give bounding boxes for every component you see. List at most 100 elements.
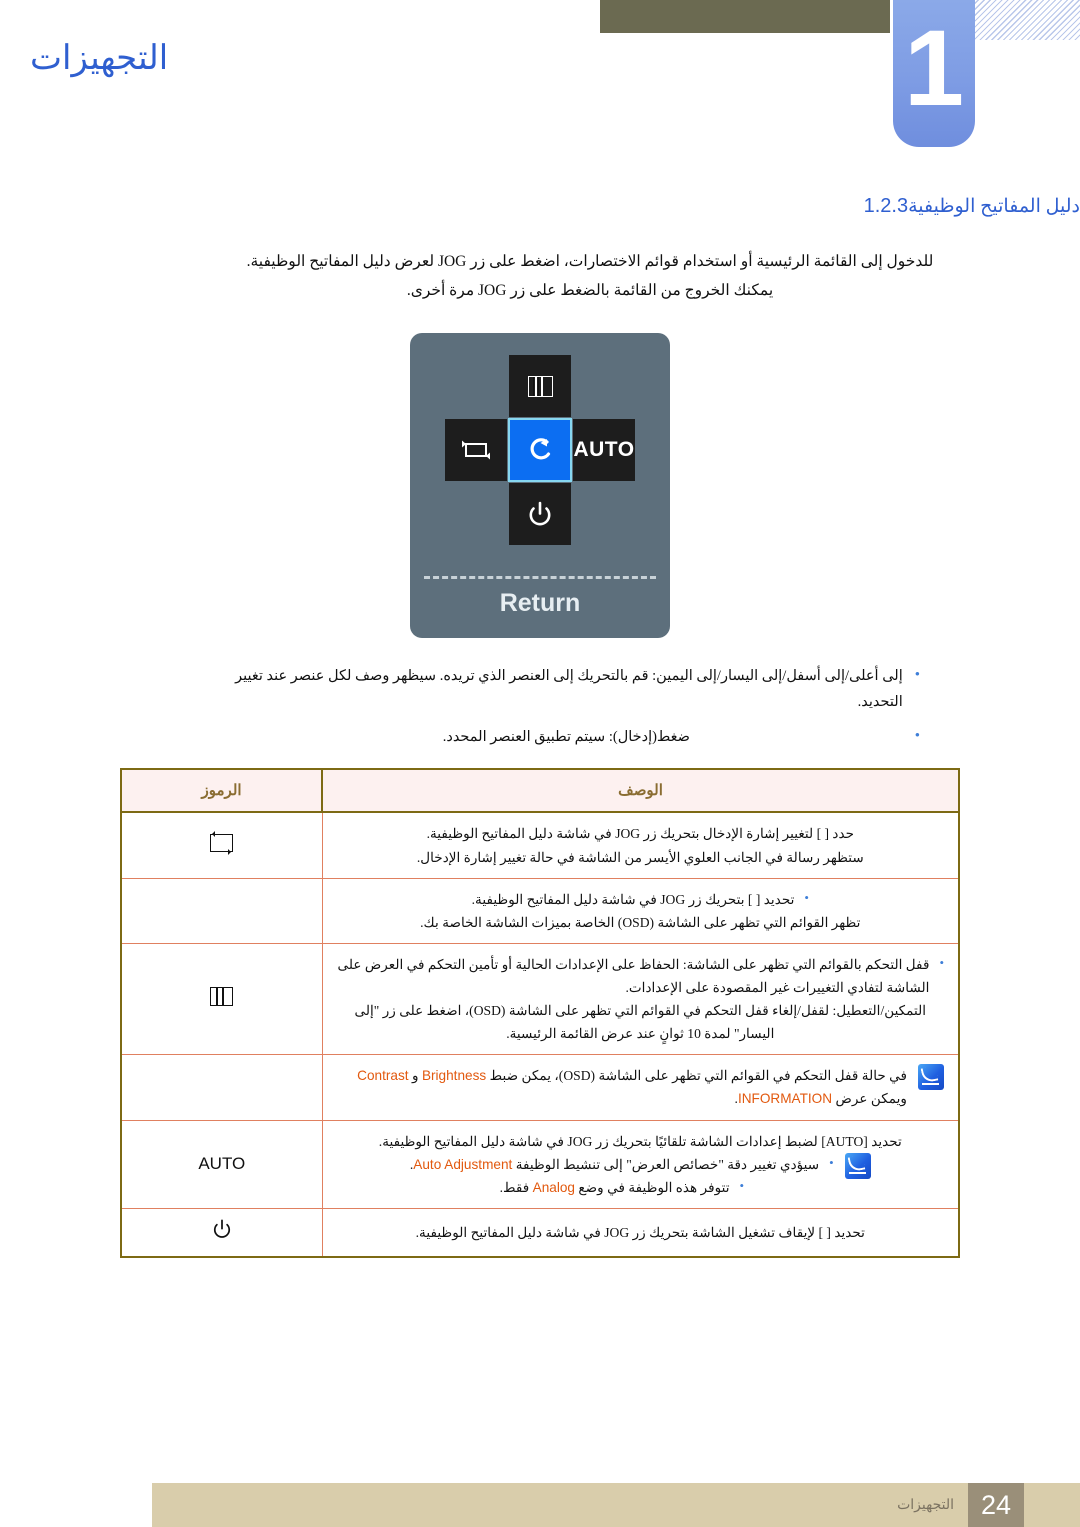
section-number: 1.2.3 <box>863 195 909 217</box>
row-line: قفل التحكم بالقوائم التي تظهر على الشاشة… <box>337 956 930 996</box>
note-bullet-text: تتوفر هذه الوظيفة في وضع Analog فقط. <box>500 1176 730 1199</box>
bullet-item: • ضغط(إدخال): سيتم تطبيق العنصر المحدد. <box>230 725 920 750</box>
jog-dashed-divider <box>424 576 656 580</box>
bullet-text: إلى أعلى/إلى أسفل/إلى اليسار/إلى اليمين:… <box>235 668 903 710</box>
table-row: • تحديد [ ] بتحريك زر JOG في شاشة دليل ا… <box>121 878 959 944</box>
page-footer: التجهيزات 24 <box>152 1483 1080 1527</box>
table-header-symbols: الرموز <box>121 769 323 814</box>
function-key-table-wrap: الوصف الرموز حدد [ ] لتغيير إشارة الإدخا… <box>120 768 960 1258</box>
row-symbol <box>121 878 323 944</box>
note-icon <box>918 1064 944 1091</box>
chapter-title: التجهيزات <box>30 40 169 77</box>
row-line: حدد [ ] لتغيير إشارة الإدخال بتحريك زر J… <box>426 826 855 842</box>
keyword-analog: Analog <box>532 1179 575 1195</box>
auto-label: AUTO <box>198 1153 246 1173</box>
note-body: في حالة قفل التحكم في القوائم التي تظهر … <box>337 1064 907 1110</box>
footer-page-number: 24 <box>968 1483 1024 1527</box>
row-line: تحديد [ ] بتحريك زر JOG في شاشة دليل الم… <box>471 891 795 907</box>
row-line: تحديد [ ] لإيقاف تشغيل الشاشة بتحريك زر … <box>415 1224 865 1240</box>
note-bullet-text: سيؤدي تغيير دقة "خصائص العرض" إلى تنشيط … <box>410 1153 819 1176</box>
jog-auto-label: AUTO <box>573 438 635 462</box>
jog-key-center-return[interactable] <box>508 418 572 483</box>
row-description: في حالة قفل التحكم في القوائم التي تظهر … <box>321 1054 959 1121</box>
row-bullet: • قفل التحكم بالقوائم التي تظهر على الشا… <box>337 953 944 999</box>
jog-key-down-power[interactable] <box>509 483 571 546</box>
row-line: تحديد [AUTO] لضبط إعدادات الشاشة تلقائيً… <box>378 1133 902 1149</box>
note-block: • سيؤدي تغيير دقة "خصائص العرض" إلى تنشي… <box>337 1152 944 1199</box>
row-line: التمكين/التعطيل: لقفل/إلغاء قفل التحكم ف… <box>354 1003 927 1042</box>
bullet-item: • إلى أعلى/إلى أسفل/إلى اليسار/إلى اليمي… <box>230 664 920 715</box>
jog-return-caption: Return <box>499 589 581 618</box>
table-row: تحديد [ ] لإيقاف تشغيل الشاشة بتحريك زر … <box>121 1208 959 1257</box>
row-symbol <box>121 1054 323 1121</box>
note-bullet-before: سيؤدي تغيير دقة "خصائص العرض" إلى تنشيط … <box>515 1156 820 1172</box>
power-icon <box>529 502 551 526</box>
row-symbol: AUTO <box>121 1120 323 1209</box>
header-hatch-pattern <box>975 0 1080 40</box>
note-body: • سيؤدي تغيير دقة "خصائص العرض" إلى تنشي… <box>410 1153 834 1199</box>
table-row: تحديد [AUTO] لضبط إعدادات الشاشة تلقائيً… <box>121 1120 959 1209</box>
row-symbol <box>121 1208 322 1257</box>
note-prefix: في حالة قفل التحكم في القوائم التي تظهر … <box>489 1068 907 1084</box>
header-olive-bar <box>600 0 890 33</box>
table-row: • قفل التحكم بالقوائم التي تظهر على الشا… <box>121 943 959 1056</box>
row-description: تحديد [ ] لإيقاف تشغيل الشاشة بتحريك زر … <box>321 1208 959 1257</box>
intro-line-2: يمكنك الخروج من القائمة بالضغط على زر JO… <box>406 281 774 299</box>
row-description: حدد [ ] لتغيير إشارة الإدخال بتحريك زر J… <box>321 812 959 879</box>
bullet-dot-icon: • <box>939 954 944 970</box>
page-header: التجهيزات 1 <box>0 0 1080 160</box>
chapter-title-wrap: التجهيزات <box>0 38 880 78</box>
note-block: في حالة قفل التحكم في القوائم التي تظهر … <box>337 1064 944 1110</box>
row-bullet: • تحديد [ ] بتحريك زر JOG في شاشة دليل ا… <box>337 888 944 911</box>
note-bullet-before: تتوفر هذه الوظيفة في وضع <box>578 1179 730 1195</box>
note-icon <box>844 1152 871 1179</box>
row-description: • قفل التحكم بالقوائم التي تظهر على الشا… <box>321 943 959 1056</box>
intro-line-1: للدخول إلى القائمة الرئيسية أو استخدام ق… <box>246 253 934 270</box>
note-suffix: ويمكن عرض <box>835 1091 907 1107</box>
footer-chapter-label: التجهيزات <box>897 1497 954 1513</box>
bullet-dot-icon: • <box>829 1154 834 1170</box>
row-description: • تحديد [ ] بتحريك زر JOG في شاشة دليل ا… <box>321 878 959 944</box>
keyword-information: INFORMATION <box>737 1091 833 1107</box>
note-bullet: • تتوفر هذه الوظيفة في وضع Analog فقط. <box>410 1176 834 1199</box>
section-name: دليل المفاتيح الوظيفية <box>908 196 1080 217</box>
footer-tail <box>1024 1483 1080 1527</box>
row-symbol <box>121 943 323 1056</box>
bullet-text: ضغط(إدخال): سيتم تطبيق العنصر المحدد. <box>442 729 690 746</box>
section-heading: 1.2.3 دليل المفاتيح الوظيفية <box>0 195 1080 218</box>
row-line: تظهر القوائم التي تظهر على الشاشة (OSD) … <box>420 914 861 930</box>
table-row: حدد [ ] لتغيير إشارة الإدخال بتحريك زر J… <box>121 812 959 879</box>
keyword-auto-adjustment: Auto Adjustment <box>413 1156 513 1172</box>
bullet-dot-icon: • <box>914 667 920 684</box>
source-loop-icon <box>210 831 234 856</box>
intro-paragraph: للدخول إلى القائمة الرئيسية أو استخدام ق… <box>240 248 940 305</box>
table-header-description: الوصف <box>321 769 959 814</box>
source-loop-icon <box>462 440 490 460</box>
table-header-row: الوصف الرموز <box>121 769 959 814</box>
jog-guide-panel: AUTO Return <box>410 333 670 639</box>
jog-diagram-wrap: AUTO Return <box>0 333 1080 639</box>
function-key-table: الوصف الرموز حدد [ ] لتغيير إشارة الإدخا… <box>120 768 960 1258</box>
row-line: ستظهر رسالة في الجانب العلوي الأيسر من ا… <box>416 849 864 865</box>
bullet-dot-icon: • <box>739 1177 745 1193</box>
keyword-contrast: Contrast <box>357 1068 409 1084</box>
row-description: تحديد [AUTO] لضبط إعدادات الشاشة تلقائيً… <box>321 1120 959 1209</box>
row-symbol <box>121 812 323 879</box>
menu-bars-icon <box>527 375 553 397</box>
keyword-brightness: Brightness <box>421 1068 487 1084</box>
note-bullet: • سيؤدي تغيير دقة "خصائص العرض" إلى تنشي… <box>410 1153 834 1176</box>
page-content: 1.2.3 دليل المفاتيح الوظيفية للدخول إلى … <box>0 195 1080 1258</box>
chapter-number-badge: 1 <box>893 0 975 147</box>
bullet-dot-icon: • <box>804 889 809 905</box>
return-arrow-icon <box>530 438 551 460</box>
table-row: في حالة قفل التحكم في القوائم التي تظهر … <box>121 1054 959 1121</box>
jog-key-up-menu[interactable] <box>509 355 571 418</box>
menu-bars-icon <box>210 987 234 1007</box>
bullet-list: • إلى أعلى/إلى أسفل/إلى اليسار/إلى اليمي… <box>230 664 920 750</box>
note-mid: و <box>411 1068 419 1084</box>
note-bullet-after: فقط. <box>499 1179 530 1195</box>
jog-key-right-auto[interactable]: AUTO <box>573 419 635 482</box>
jog-key-left-source[interactable] <box>445 419 507 482</box>
jog-key-cross: AUTO <box>445 355 635 551</box>
power-icon <box>213 1219 230 1238</box>
